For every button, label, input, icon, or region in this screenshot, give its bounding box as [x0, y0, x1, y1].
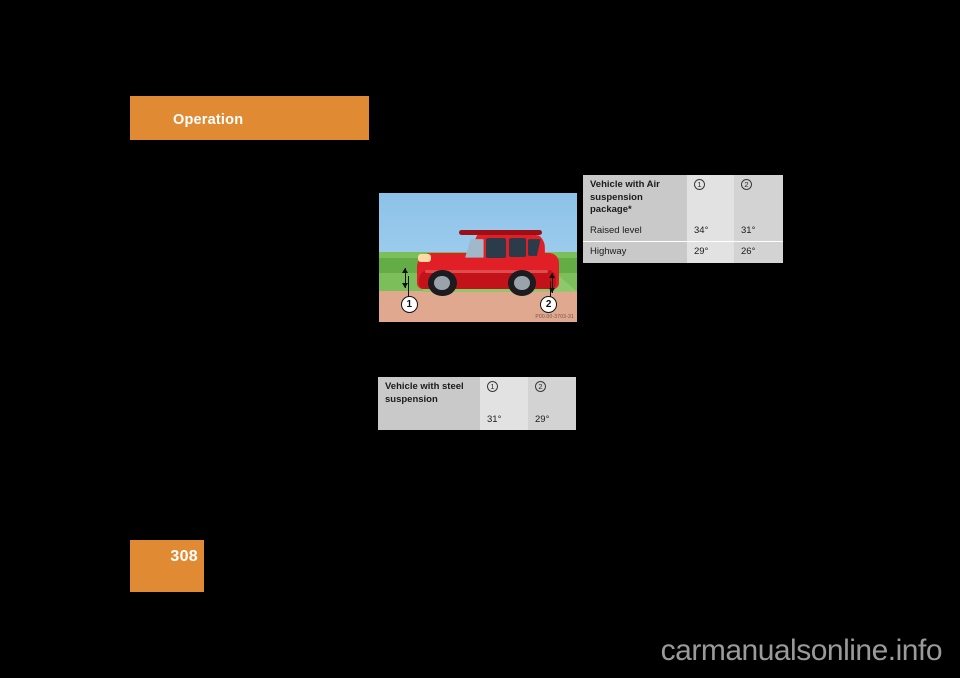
circled-number-1-icon: 1	[487, 381, 498, 392]
table-row: Raised level 34° 31°	[583, 221, 783, 243]
callout-leader-2	[549, 280, 551, 298]
vehicle-headlight	[418, 253, 431, 263]
page-title: Operation	[173, 112, 244, 128]
row-value-2: 31°	[734, 221, 783, 243]
circled-number-1-icon: 1	[694, 179, 705, 190]
table-header-col2: 2	[528, 377, 576, 411]
table-header-col1: 1	[687, 175, 734, 221]
table-row: 31° 29°	[378, 410, 576, 431]
row-value-1: 34°	[687, 221, 734, 243]
circled-number-2-icon: 2	[741, 179, 752, 190]
site-watermark: carmanualsonline.info	[660, 634, 943, 667]
callout-leader-1	[407, 275, 409, 298]
row-value-1: 29°	[687, 241, 734, 263]
row-label: Raised level	[583, 221, 687, 243]
table-header-row: Vehicle with steel suspension 1 2	[378, 377, 576, 411]
vehicle-front-wheel	[428, 270, 457, 297]
table-row: Highway 29° 26°	[583, 241, 783, 263]
section-header-bar	[130, 96, 369, 140]
table-steel-suspension: Vehicle with steel suspension 1 2 31° 29…	[378, 377, 576, 431]
vehicle-illustration	[416, 230, 560, 297]
row-value-2: 26°	[734, 241, 783, 263]
table-header-row: Vehicle with Air suspension package* 1 2	[583, 175, 783, 221]
table-header-col2: 2	[734, 175, 783, 221]
row-label	[378, 410, 480, 431]
row-value-1: 31°	[480, 410, 528, 431]
vehicle-rear-wheel	[507, 270, 537, 297]
table-header-label: Vehicle with steel suspension	[378, 377, 480, 411]
row-value-2: 29°	[528, 410, 576, 431]
vehicle-roof-rail	[459, 230, 543, 236]
vehicle-rear-window	[509, 238, 527, 258]
table-header-label: Vehicle with Air suspension package*	[583, 175, 687, 221]
row-label: Highway	[583, 241, 687, 263]
vehicle-front-window	[486, 238, 507, 258]
illustration-callout-1: 1	[400, 296, 418, 314]
table-air-suspension: Vehicle with Air suspension package* 1 2…	[583, 175, 783, 263]
page-number: 308	[170, 548, 198, 565]
vehicle-ramp-illustration: 1 2 P00.00-3703-31	[379, 193, 577, 322]
table-header-col1: 1	[480, 377, 528, 411]
vehicle-windshield	[465, 239, 484, 258]
illustration-reference-code: P00.00-3703-31	[535, 314, 574, 320]
circled-number-2-icon: 2	[535, 381, 546, 392]
